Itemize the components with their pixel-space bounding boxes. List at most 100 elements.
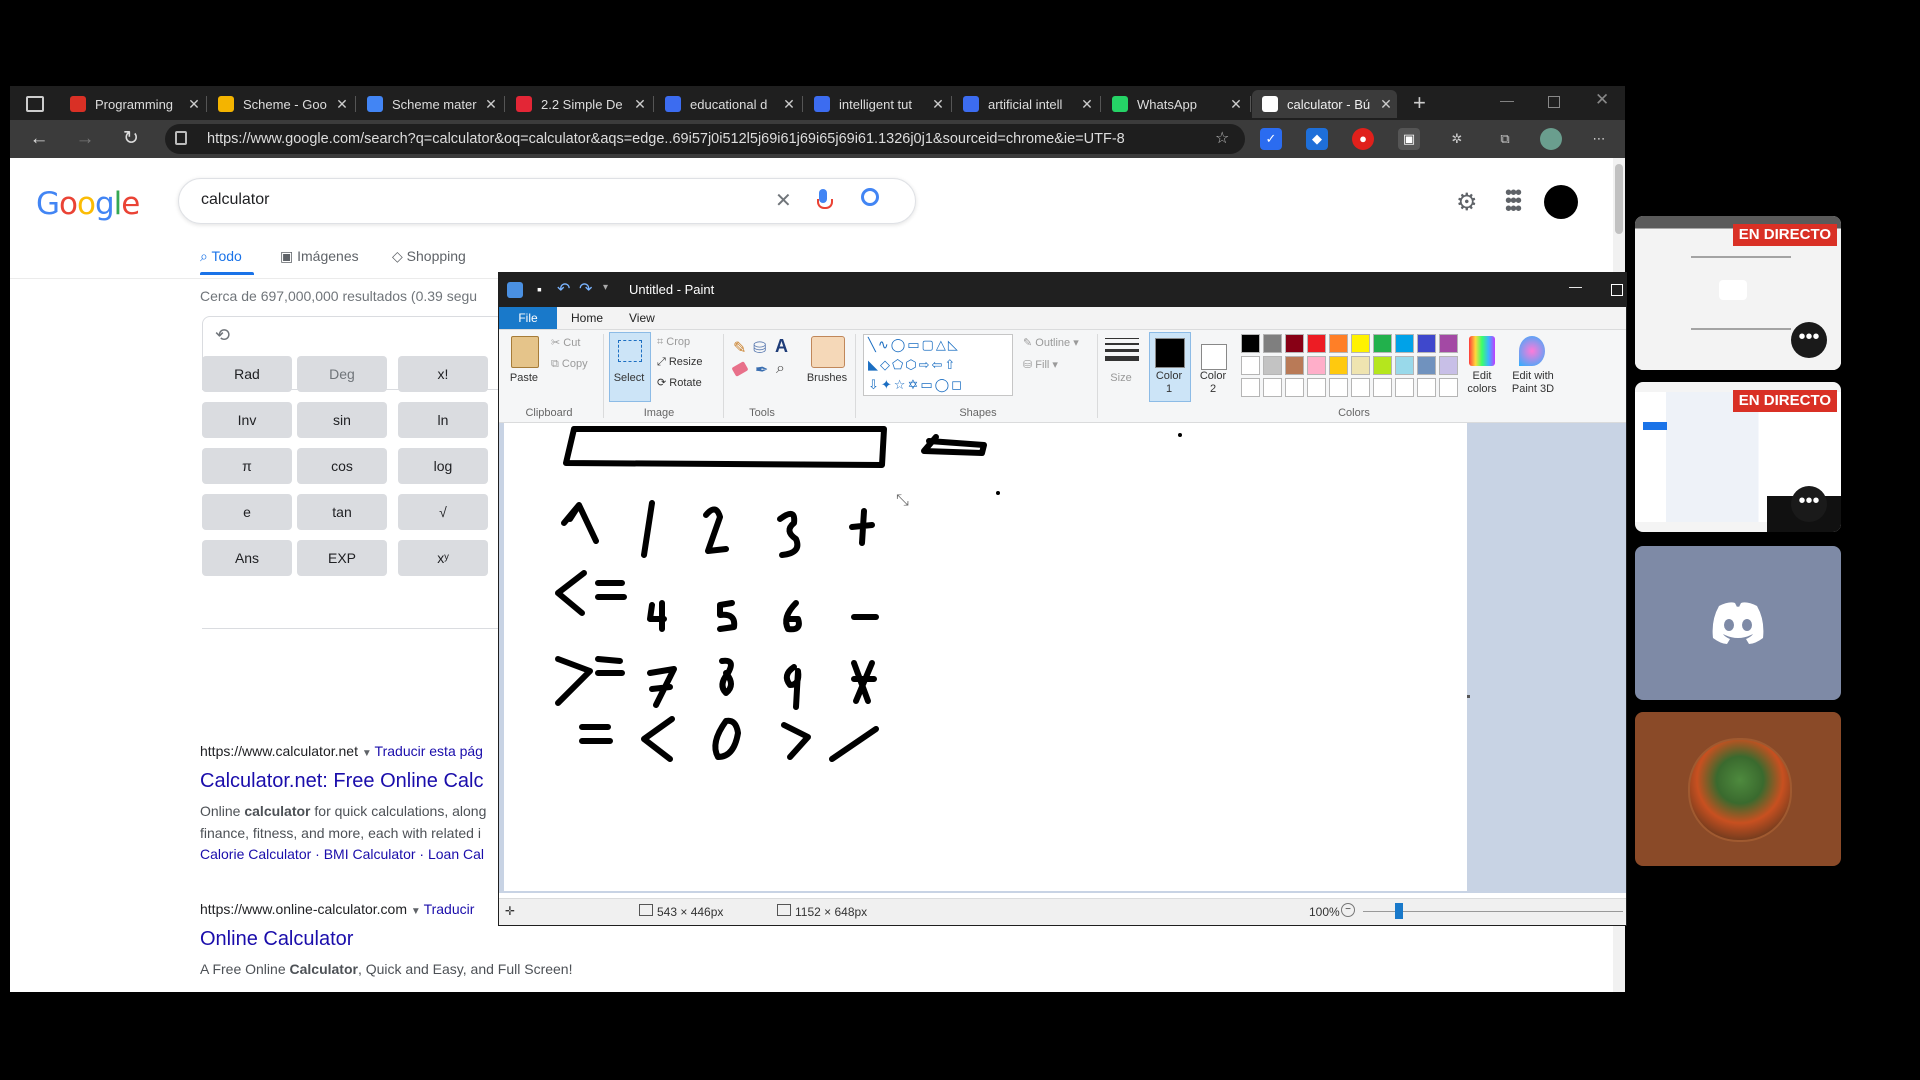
fill-bucket-icon[interactable]: ⛁: [753, 338, 766, 358]
text-tool-icon[interactable]: A: [775, 336, 788, 357]
browser-tab[interactable]: calculator - Bú ✕: [1252, 90, 1397, 118]
close-window-button[interactable]: ✕: [1595, 90, 1609, 110]
pencil-icon[interactable]: ✎: [733, 338, 746, 358]
save-icon[interactable]: ▪: [537, 281, 542, 297]
palette-color-swatch[interactable]: [1329, 334, 1348, 353]
tab-close-icon[interactable]: ✕: [331, 96, 353, 113]
split-screen-icon[interactable]: ⧉: [1494, 128, 1516, 150]
shapes-gallery[interactable]: ╲∿◯▭▢△◺ ◣◇⬠⬡⇨⇦⇧ ⇩✦☆✡▭◯◻: [863, 334, 1013, 396]
quick-access-dropdown-icon[interactable]: ▾: [603, 282, 608, 293]
clear-search-icon[interactable]: ✕: [775, 188, 792, 213]
tab-close-icon[interactable]: ✕: [183, 96, 205, 113]
result-title[interactable]: Online Calculator: [200, 928, 353, 951]
palette-color-swatch[interactable]: [1395, 334, 1414, 353]
palette-empty-swatch[interactable]: [1263, 378, 1282, 397]
search-query[interactable]: calculator: [201, 191, 269, 209]
minimize-button[interactable]: —: [1500, 92, 1514, 108]
palette-color-swatch[interactable]: [1241, 356, 1260, 375]
tab-todo[interactable]: ⌕ Todo: [200, 248, 242, 265]
calculator-key[interactable]: EXP: [297, 540, 387, 576]
tab-close-icon[interactable]: ✕: [480, 96, 502, 113]
tab-images[interactable]: ▣ Imágenes: [280, 248, 359, 265]
extension-icon[interactable]: ✓: [1260, 128, 1282, 150]
cut-button[interactable]: ✂ Cut: [551, 336, 580, 349]
color2-swatch[interactable]: [1201, 344, 1227, 370]
palette-color-swatch[interactable]: [1351, 356, 1370, 375]
calculator-key[interactable]: Ans: [202, 540, 292, 576]
size-lines-icon[interactable]: [1105, 338, 1139, 361]
palette-color-swatch[interactable]: [1439, 356, 1458, 375]
result-menu-caret-icon[interactable]: ▼: [411, 906, 424, 917]
forward-button[interactable]: →: [72, 126, 98, 152]
edit-colors-button[interactable]: Edit colors: [1461, 370, 1503, 396]
new-tab-button[interactable]: +: [1413, 90, 1426, 116]
tab-close-icon[interactable]: ✕: [927, 96, 949, 113]
palette-color-swatch[interactable]: [1307, 356, 1326, 375]
collections-icon[interactable]: ▣: [1398, 128, 1420, 150]
history-icon[interactable]: ⟲: [215, 325, 230, 346]
extension-icon[interactable]: ●: [1352, 128, 1374, 150]
google-logo[interactable]: Google: [36, 186, 140, 222]
palette-empty-swatch[interactable]: [1373, 378, 1392, 397]
result-menu-caret-icon[interactable]: ▼: [362, 748, 375, 759]
fill-button[interactable]: ⛁ Fill ▾: [1023, 358, 1058, 371]
palette-color-swatch[interactable]: [1439, 334, 1458, 353]
rotate-button[interactable]: ⟳ Rotate: [657, 376, 702, 389]
palette-empty-swatch[interactable]: [1285, 378, 1304, 397]
calculator-key[interactable]: log: [398, 448, 488, 484]
participant-tile-stream1[interactable]: EN DIRECTO •••: [1635, 216, 1841, 370]
eraser-icon[interactable]: [731, 361, 749, 377]
brushes-button[interactable]: Brushes: [803, 372, 851, 384]
translate-link[interactable]: Traducir esta pág: [375, 743, 483, 759]
palette-color-swatch[interactable]: [1241, 334, 1260, 353]
palette-empty-swatch[interactable]: [1417, 378, 1436, 397]
search-box[interactable]: calculator ✕: [178, 178, 916, 224]
search-submit-icon[interactable]: [861, 188, 879, 206]
browser-tab[interactable]: Scheme - Goo ✕: [208, 90, 353, 118]
view-tab[interactable]: View: [629, 307, 655, 329]
redo-icon[interactable]: ↷: [579, 279, 592, 299]
result-title[interactable]: Calculator.net: Free Online Calc: [200, 770, 483, 793]
tab-actions-icon[interactable]: [26, 96, 44, 112]
palette-color-swatch[interactable]: [1417, 334, 1436, 353]
calculator-key[interactable]: Deg: [297, 356, 387, 392]
settings-gear-icon[interactable]: ⚙: [1456, 188, 1478, 217]
calculator-key[interactable]: e: [202, 494, 292, 530]
zoom-out-button[interactable]: −: [1341, 903, 1355, 917]
tab-shopping[interactable]: ◇ Shopping: [392, 248, 466, 265]
palette-empty-swatch[interactable]: [1351, 378, 1370, 397]
tile-more-button[interactable]: •••: [1791, 486, 1827, 522]
translate-link[interactable]: Traducir: [424, 901, 475, 917]
magnifier-icon[interactable]: ⌕: [776, 360, 785, 378]
palette-color-swatch[interactable]: [1285, 356, 1304, 375]
browser-tab[interactable]: Scheme mater ✕: [357, 90, 502, 118]
zoom-slider-thumb[interactable]: [1395, 903, 1403, 919]
apps-grid-icon[interactable]: ••• ••• •••: [1505, 183, 1522, 219]
browser-tab[interactable]: WhatsApp ✕: [1102, 90, 1247, 118]
palette-color-swatch[interactable]: [1263, 356, 1282, 375]
browser-tab[interactable]: educational d ✕: [655, 90, 800, 118]
browser-tab[interactable]: artificial intell ✕: [953, 90, 1098, 118]
result-sitelinks[interactable]: Calorie Calculator · BMI Calculator · Lo…: [200, 846, 484, 862]
tab-close-icon[interactable]: ✕: [778, 96, 800, 113]
calculator-key[interactable]: Inv: [202, 402, 292, 438]
tile-more-button[interactable]: •••: [1791, 322, 1827, 358]
tab-close-icon[interactable]: ✕: [1225, 96, 1247, 113]
tab-close-icon[interactable]: ✕: [1076, 96, 1098, 113]
calculator-key[interactable]: xʸ: [398, 540, 488, 576]
paint-maximize-button[interactable]: [1611, 284, 1623, 296]
calculator-key[interactable]: cos: [297, 448, 387, 484]
more-options-icon[interactable]: ⋯: [1588, 128, 1610, 150]
undo-icon[interactable]: ↶: [557, 279, 570, 299]
paste-button[interactable]: Paste: [509, 372, 539, 384]
account-avatar[interactable]: [1544, 185, 1578, 219]
calculator-key[interactable]: sin: [297, 402, 387, 438]
palette-color-swatch[interactable]: [1263, 334, 1282, 353]
scrollbar-thumb[interactable]: [1615, 164, 1623, 234]
resize-button[interactable]: ⤢ Resize: [657, 356, 702, 369]
extension-icon[interactable]: ◆: [1306, 128, 1328, 150]
palette-color-swatch[interactable]: [1395, 356, 1414, 375]
participant-tile-stream2[interactable]: EN DIRECTO •••: [1635, 382, 1841, 532]
back-button[interactable]: ←: [26, 126, 52, 152]
edit-colors-icon[interactable]: [1469, 336, 1495, 366]
